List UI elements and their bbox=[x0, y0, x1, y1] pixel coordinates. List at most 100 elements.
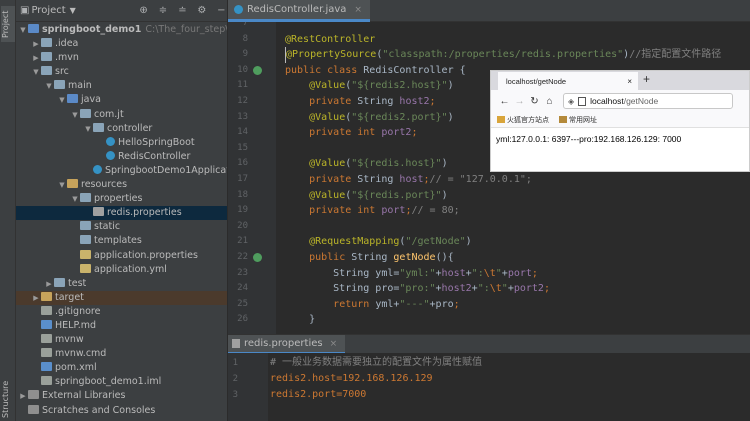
tree-item[interactable]: ▶ target bbox=[16, 290, 227, 305]
folder-icon bbox=[67, 94, 78, 104]
forward-icon[interactable]: → bbox=[512, 96, 527, 107]
chevron-down-icon[interactable]: ▼ bbox=[57, 93, 67, 107]
properties-line: 1 # 一般业务数据需要独立的配置文件为属性赋值 bbox=[228, 355, 750, 371]
line-number: 16 bbox=[237, 158, 248, 169]
tree-item[interactable]: ▼ controller bbox=[16, 122, 227, 136]
chevron-down-icon[interactable]: ▼ bbox=[31, 65, 41, 79]
tree-item-label: application.properties bbox=[94, 249, 198, 261]
tree-item[interactable]: Scratches and Consoles bbox=[16, 404, 227, 418]
tree-item[interactable]: mvnw bbox=[16, 333, 227, 347]
new-tab-icon[interactable]: + bbox=[643, 72, 650, 86]
tree-item[interactable]: ▶ .idea bbox=[16, 37, 227, 51]
code-token: host bbox=[399, 174, 424, 185]
project-tree: ▼ springboot_demo1C:\The_four_step\Ten ▶ .i… bbox=[16, 22, 227, 418]
spring-bean-icon[interactable] bbox=[253, 65, 262, 75]
code-line: 7 bbox=[228, 22, 750, 32]
tab-redis-properties[interactable]: redis.properties × bbox=[228, 335, 346, 354]
tree-item[interactable]: RedisController bbox=[16, 150, 227, 164]
home-icon[interactable]: ⌂ bbox=[542, 96, 557, 107]
tree-item[interactable]: templates bbox=[16, 234, 227, 248]
chevron-right-icon[interactable]: ▶ bbox=[31, 37, 41, 51]
code-token: "${redis.host}" bbox=[351, 158, 442, 170]
chevron-right-icon[interactable]: ▶ bbox=[31, 291, 41, 305]
tree-item-label: static bbox=[94, 221, 121, 233]
properties-editor[interactable]: 1 # 一般业务数据需要独立的配置文件为属性赋值 2 redis2.host=192.… bbox=[228, 353, 750, 421]
tree-item[interactable]: mvnw.cmd bbox=[16, 347, 227, 361]
chevron-down-icon[interactable]: ▼ bbox=[83, 122, 93, 136]
project-tool-tab[interactable]: Project bbox=[1, 6, 15, 42]
browser-tab[interactable]: localhost/getNode × bbox=[498, 72, 638, 90]
tree-item-label: RedisController bbox=[118, 150, 191, 162]
locate-icon[interactable]: ⊕ bbox=[138, 4, 149, 17]
tree-item[interactable]: ▼ src bbox=[16, 65, 227, 79]
tree-item[interactable]: ▼ properties bbox=[16, 192, 227, 206]
tree-item[interactable]: ▼ java bbox=[16, 93, 227, 107]
tree-item[interactable]: application.yml bbox=[16, 263, 227, 277]
code-token: "/getNode" bbox=[405, 236, 466, 248]
line-number: 13 bbox=[237, 111, 248, 122]
code-token: "classpath:/properties/redis.properties" bbox=[382, 49, 624, 61]
code-token: ; bbox=[543, 283, 550, 295]
properties-text: redis2.port=7000 bbox=[270, 389, 367, 400]
tree-item[interactable]: application.properties bbox=[16, 249, 227, 263]
structure-tool-tab[interactable]: Structure bbox=[1, 381, 15, 418]
bookmark-firefox-site[interactable]: 火狐官方站点 bbox=[507, 115, 549, 125]
code-line: 23 String yml="yml:"+host+":\t"+port; bbox=[228, 266, 750, 282]
chevron-down-icon[interactable]: ▼ bbox=[70, 192, 80, 206]
tree-item[interactable]: HELP.md bbox=[16, 319, 227, 333]
line-number: 1 bbox=[232, 358, 238, 368]
close-icon[interactable]: × bbox=[354, 5, 362, 15]
code-token: String bbox=[357, 96, 400, 107]
tree-item[interactable]: ▼ main bbox=[16, 79, 227, 93]
tree-item[interactable]: ▼ resources bbox=[16, 178, 227, 192]
chevron-right-icon[interactable]: ▶ bbox=[18, 389, 28, 403]
url-bar[interactable]: ◈ localhost/getNode bbox=[563, 93, 733, 109]
code-text: @Value("${redis2.host}") bbox=[285, 78, 454, 94]
close-icon[interactable]: × bbox=[330, 339, 338, 349]
spring-bean-icon[interactable] bbox=[253, 253, 262, 262]
code-editor[interactable]: 7 8 @RestController 9 @PropertySource("class… bbox=[228, 22, 750, 334]
tree-item[interactable]: ▼ springboot_demo1C:\The_four_step\Ten bbox=[16, 23, 227, 37]
tree-item[interactable]: HelloSpringBoot bbox=[16, 136, 227, 150]
tree-item[interactable]: .gitignore bbox=[16, 305, 227, 319]
tree-item[interactable]: pom.xml bbox=[16, 361, 227, 375]
tree-item-label: templates bbox=[94, 235, 142, 247]
collapse-all-icon[interactable]: ≐ bbox=[177, 4, 188, 17]
tree-item[interactable]: ▶ .mvn bbox=[16, 51, 227, 65]
project-panel-title[interactable]: Project bbox=[31, 5, 65, 16]
code-token: "${redis2.host}" bbox=[351, 80, 448, 92]
expand-all-icon[interactable]: ≑ bbox=[157, 4, 168, 17]
reload-icon[interactable]: ↻ bbox=[527, 96, 542, 107]
chevron-down-icon[interactable]: ▼ bbox=[70, 108, 80, 122]
code-token: yml+ bbox=[375, 298, 400, 310]
back-icon[interactable]: ← bbox=[497, 96, 512, 107]
tree-item[interactable]: SpringbootDemo1Applicati bbox=[16, 164, 227, 178]
tree-item[interactable]: ▶ test bbox=[16, 277, 227, 291]
project-icon: ▣ bbox=[20, 5, 30, 16]
file-icon bbox=[41, 305, 52, 315]
tree-item[interactable]: ▼ com.jt bbox=[16, 108, 227, 122]
code-token: } bbox=[285, 314, 316, 326]
chevron-down-icon[interactable]: ▼ bbox=[44, 79, 54, 93]
chevron-right-icon[interactable]: ▶ bbox=[44, 277, 54, 291]
tree-item[interactable]: redis.properties bbox=[16, 206, 227, 221]
tree-item[interactable]: springboot_demo1.iml bbox=[16, 375, 227, 389]
bookmark-common-sites[interactable]: 常用网址 bbox=[569, 115, 597, 125]
tree-item[interactable]: ▶ External Libraries bbox=[16, 389, 227, 403]
close-icon[interactable]: × bbox=[627, 77, 632, 86]
chevron-down-icon[interactable]: ▼ bbox=[18, 23, 28, 37]
chevron-down-icon[interactable]: ▼ bbox=[57, 178, 67, 192]
tab-redis-controller[interactable]: RedisController.java × bbox=[228, 0, 370, 22]
gear-icon[interactable]: ⚙ bbox=[196, 4, 207, 17]
hide-icon[interactable]: − bbox=[216, 4, 227, 17]
chevron-down-icon[interactable]: ▼ bbox=[70, 6, 76, 15]
tree-item[interactable]: static bbox=[16, 220, 227, 234]
tree-item-label: Scratches and Consoles bbox=[42, 404, 156, 416]
tree-item-label: mvnw bbox=[55, 334, 84, 346]
chevron-right-icon[interactable]: ▶ bbox=[31, 51, 41, 65]
line-number: 10 bbox=[237, 64, 248, 75]
class-icon bbox=[106, 150, 115, 160]
line-number: 20 bbox=[237, 220, 248, 231]
